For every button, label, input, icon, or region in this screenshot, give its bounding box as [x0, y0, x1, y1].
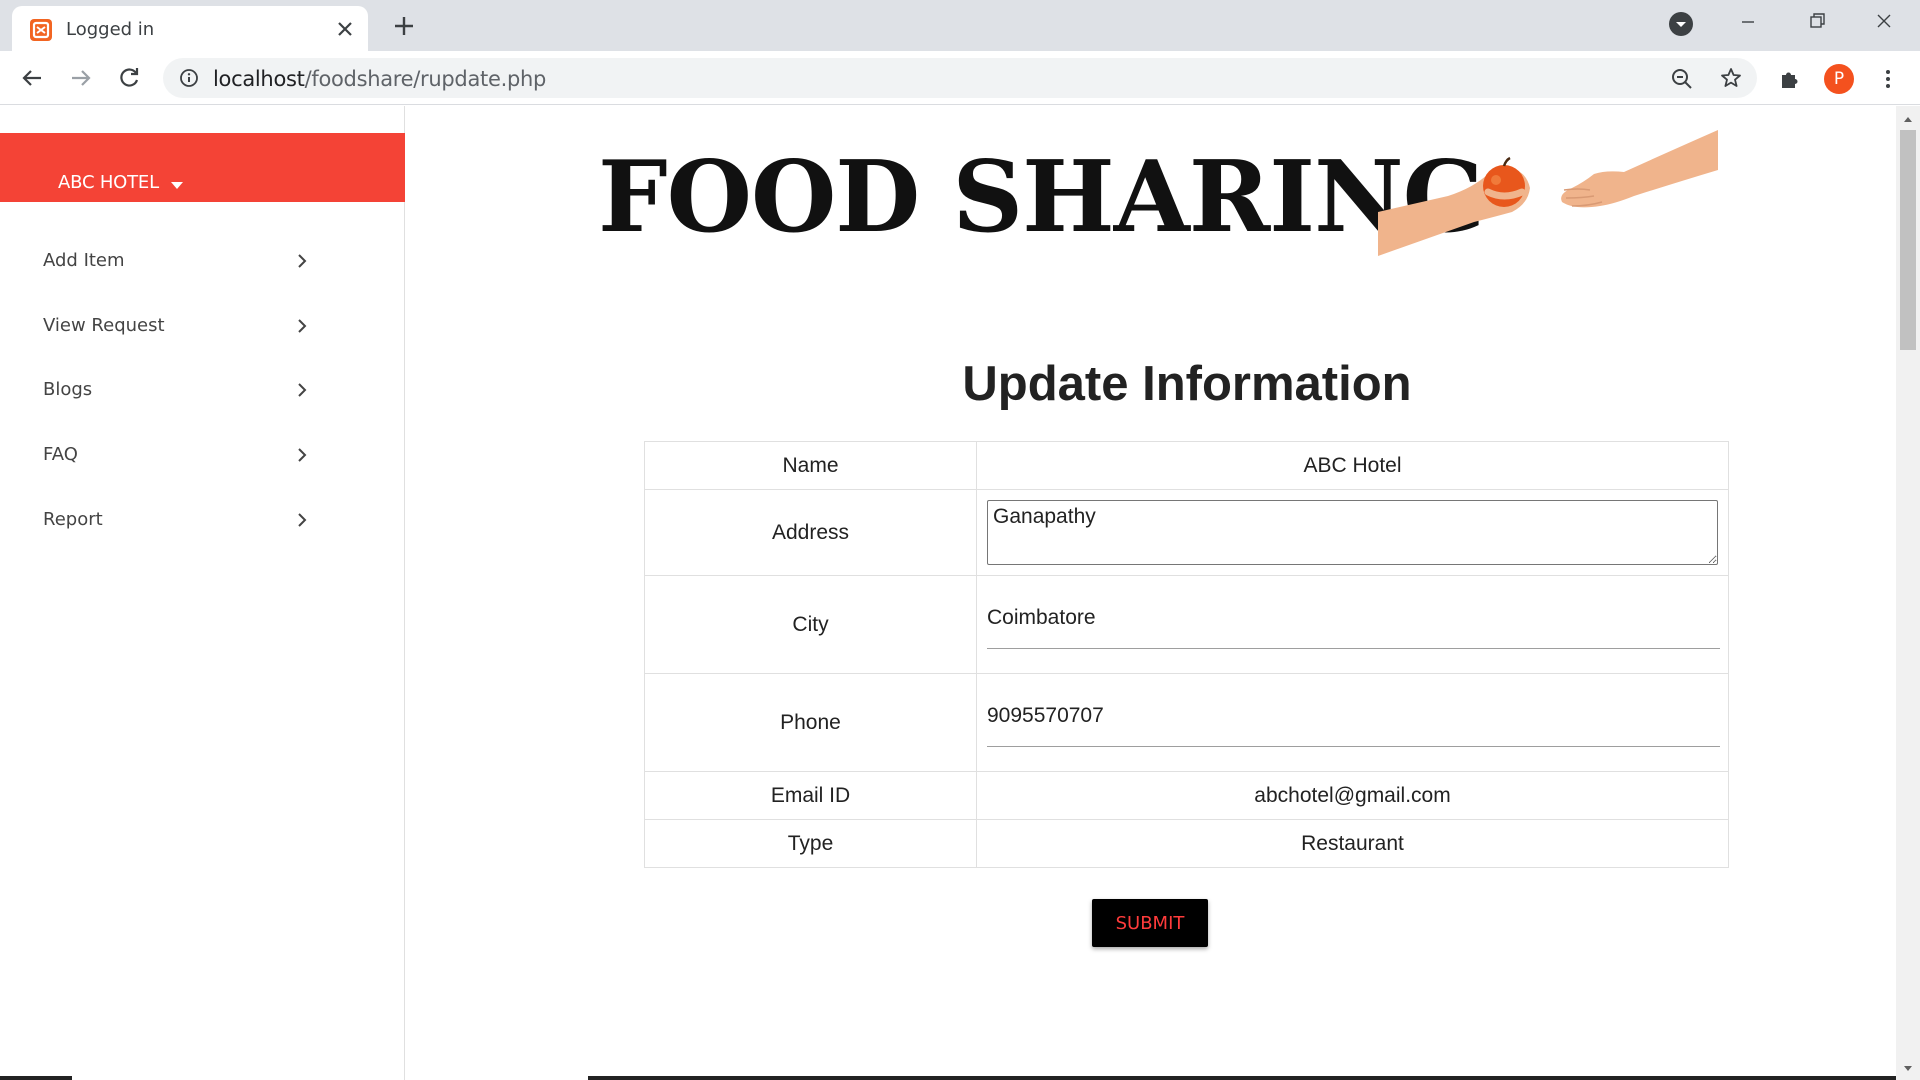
sidebar-item-label: FAQ [43, 444, 78, 465]
caret-down-icon[interactable] [171, 177, 183, 189]
site-title: FOOD SHARING [598, 140, 1486, 255]
minimize-icon[interactable] [1714, 0, 1782, 44]
update-information-heading: Update Information [962, 357, 1412, 411]
reload-icon[interactable] [114, 63, 144, 93]
scroll-down-arrow-icon[interactable] [1902, 1062, 1914, 1074]
vertical-scrollbar[interactable] [1896, 106, 1920, 1080]
chevron-right-icon [293, 446, 311, 464]
sidebar: ABC HOTEL Add Item View Request Blogs FA… [0, 106, 405, 1080]
sidebar-item-label: Blogs [43, 379, 93, 400]
url-text[interactable]: localhost/foodshare/rupdate.php [213, 67, 546, 91]
browser-tab[interactable]: Logged in [12, 6, 368, 51]
update-info-table: Name ABC Hotel Address Ganapathy City Ph… [644, 441, 1729, 868]
sidebar-header[interactable]: ABC HOTEL [0, 133, 405, 202]
address-label: Address [644, 489, 977, 576]
new-tab-icon[interactable] [390, 12, 418, 40]
xampp-favicon-icon [30, 19, 52, 41]
sidebar-item-label: Report [43, 509, 103, 530]
sidebar-item-faq[interactable]: FAQ [0, 424, 405, 486]
city-label: City [644, 575, 977, 674]
chevron-right-icon [293, 511, 311, 529]
profile-avatar[interactable]: P [1824, 64, 1854, 94]
address-bar[interactable]: localhost/foodshare/rupdate.php [163, 58, 1757, 98]
phone-label: Phone [644, 673, 977, 772]
extensions-puzzle-icon[interactable] [1778, 67, 1802, 91]
email-value: abchotel@gmail.com [976, 771, 1729, 820]
table-row-type: Type Restaurant [644, 819, 1729, 868]
url-host: localhost [213, 67, 305, 91]
forward-arrow-icon[interactable] [66, 63, 96, 93]
url-path: /foodshare/rupdate.php [304, 67, 547, 91]
table-row-email: Email ID abchotel@gmail.com [644, 771, 1729, 820]
site-info-icon[interactable] [179, 68, 199, 88]
tab-strip: Logged in [0, 0, 1920, 51]
restore-icon[interactable] [1782, 0, 1850, 44]
sidebar-item-label: Add Item [43, 250, 125, 271]
scrollbar-thumb[interactable] [1900, 130, 1916, 350]
type-value: Restaurant [976, 819, 1729, 868]
phone-cell [976, 673, 1729, 772]
back-arrow-icon[interactable] [17, 63, 47, 93]
zoom-out-icon[interactable] [1670, 67, 1694, 91]
bottom-edge-bar [588, 1076, 1896, 1080]
city-input[interactable] [987, 600, 1720, 649]
city-cell [976, 575, 1729, 674]
sidebar-item-blogs[interactable]: Blogs [0, 359, 405, 421]
chevron-right-icon [293, 252, 311, 270]
scroll-up-arrow-icon[interactable] [1902, 112, 1914, 124]
close-window-icon[interactable] [1850, 0, 1918, 44]
browser-toolbar: localhost/foodshare/rupdate.php P [0, 51, 1920, 105]
name-value: ABC Hotel [976, 441, 1729, 490]
close-tab-icon[interactable] [334, 18, 356, 40]
name-label: Name [644, 441, 977, 490]
chevron-right-icon [293, 317, 311, 335]
tab-search-icon[interactable] [1669, 12, 1693, 36]
table-row-city: City [644, 575, 1729, 674]
bookmark-star-icon[interactable] [1719, 66, 1743, 90]
bottom-edge-bar [0, 1076, 72, 1080]
sidebar-item-view-request[interactable]: View Request [0, 295, 405, 357]
type-label: Type [644, 819, 977, 868]
kebab-menu-icon[interactable] [1876, 67, 1900, 91]
hotel-dropdown-label[interactable]: ABC HOTEL [58, 172, 159, 193]
tab-title: Logged in [66, 19, 155, 40]
hands-sharing-food-illustration [1378, 130, 1718, 256]
page-content: ABC HOTEL Add Item View Request Blogs FA… [0, 106, 1896, 1080]
sidebar-item-add-item[interactable]: Add Item [0, 230, 405, 292]
table-row-address: Address Ganapathy [644, 489, 1729, 576]
chevron-right-icon [293, 381, 311, 399]
submit-button[interactable]: SUBMIT [1092, 899, 1208, 947]
phone-input[interactable] [987, 698, 1720, 747]
sidebar-item-report[interactable]: Report [0, 489, 405, 551]
email-label: Email ID [644, 771, 977, 820]
address-cell: Ganapathy [976, 489, 1729, 576]
sidebar-item-label: View Request [43, 315, 165, 336]
table-row-phone: Phone [644, 673, 1729, 772]
table-row-name: Name ABC Hotel [644, 441, 1729, 490]
address-textarea[interactable]: Ganapathy [987, 500, 1718, 565]
